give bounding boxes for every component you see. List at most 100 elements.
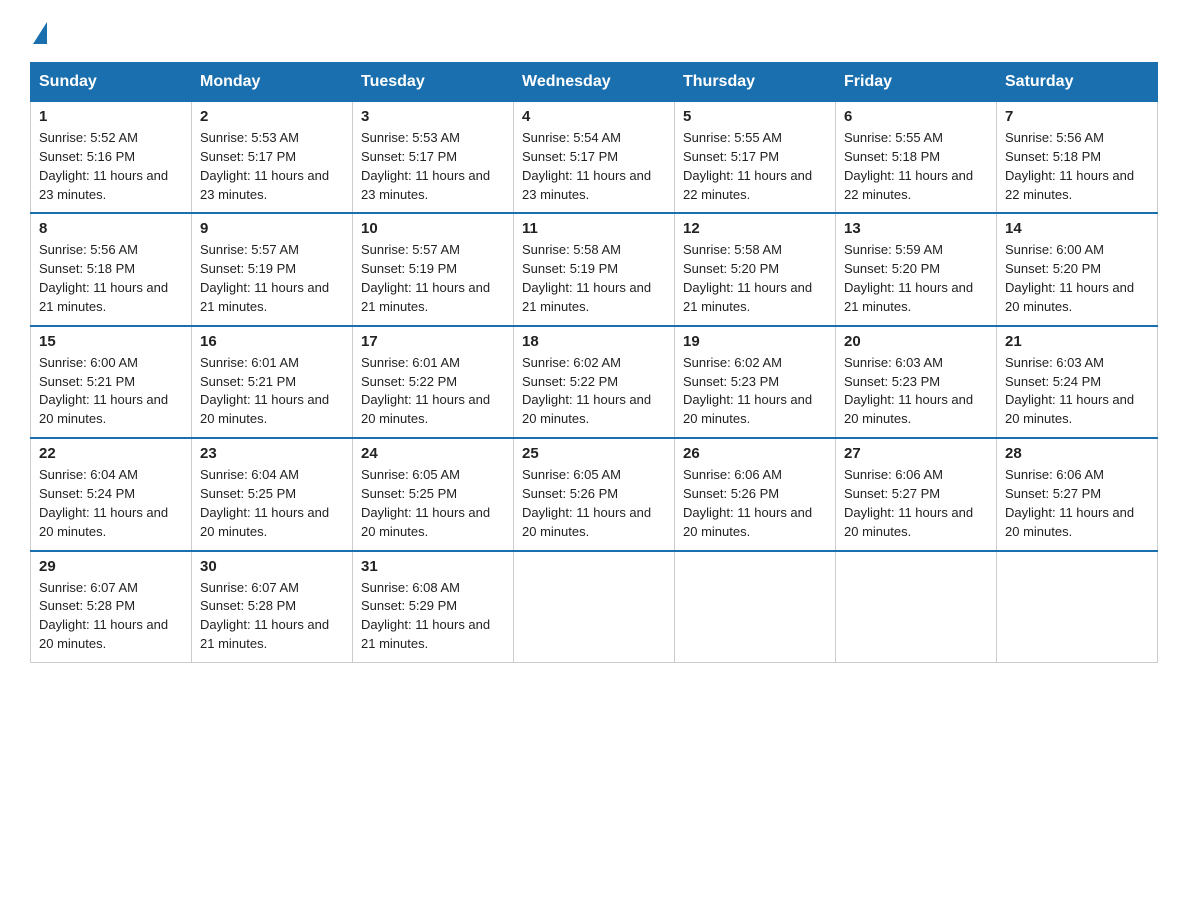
calendar-cell: 29 Sunrise: 6:07 AMSunset: 5:28 PMDayligh… xyxy=(31,551,192,663)
day-number: 8 xyxy=(39,220,183,237)
day-info: Sunrise: 6:01 AMSunset: 5:22 PMDaylight:… xyxy=(361,354,505,429)
day-info: Sunrise: 6:00 AMSunset: 5:20 PMDaylight:… xyxy=(1005,241,1149,316)
day-info: Sunrise: 6:05 AMSunset: 5:25 PMDaylight:… xyxy=(361,466,505,541)
day-info: Sunrise: 5:55 AMSunset: 5:17 PMDaylight:… xyxy=(683,129,827,204)
day-number: 9 xyxy=(200,220,344,237)
day-number: 10 xyxy=(361,220,505,237)
day-info: Sunrise: 6:06 AMSunset: 5:27 PMDaylight:… xyxy=(844,466,988,541)
calendar-cell xyxy=(675,551,836,663)
day-number: 6 xyxy=(844,108,988,125)
day-info: Sunrise: 5:59 AMSunset: 5:20 PMDaylight:… xyxy=(844,241,988,316)
day-info: Sunrise: 6:02 AMSunset: 5:22 PMDaylight:… xyxy=(522,354,666,429)
day-number: 17 xyxy=(361,333,505,350)
day-info: Sunrise: 5:57 AMSunset: 5:19 PMDaylight:… xyxy=(361,241,505,316)
day-number: 13 xyxy=(844,220,988,237)
calendar-cell: 2 Sunrise: 5:53 AMSunset: 5:17 PMDaylight… xyxy=(192,102,353,214)
weekday-header-row: SundayMondayTuesdayWednesdayThursdayFrid… xyxy=(31,63,1158,102)
logo xyxy=(30,20,47,44)
day-number: 25 xyxy=(522,445,666,462)
day-info: Sunrise: 6:03 AMSunset: 5:23 PMDaylight:… xyxy=(844,354,988,429)
day-number: 11 xyxy=(522,220,666,237)
day-number: 15 xyxy=(39,333,183,350)
day-number: 27 xyxy=(844,445,988,462)
calendar-cell: 21Sunrise: 6:03 AMSunset: 5:24 PMDayligh… xyxy=(997,326,1158,438)
day-number: 18 xyxy=(522,333,666,350)
day-info: Sunrise: 6:07 AMSunset: 5:28 PMDaylight:… xyxy=(200,579,344,654)
calendar-cell: 11Sunrise: 5:58 AMSunset: 5:19 PMDayligh… xyxy=(514,213,675,325)
calendar-cell: 8 Sunrise: 5:56 AMSunset: 5:18 PMDaylight… xyxy=(31,213,192,325)
calendar-cell: 28Sunrise: 6:06 AMSunset: 5:27 PMDayligh… xyxy=(997,438,1158,550)
calendar-cell: 10 Sunrise: 5:57 AMSunset: 5:19 PMDayligh… xyxy=(353,213,514,325)
day-number: 31 xyxy=(361,558,505,575)
calendar-cell: 23 Sunrise: 6:04 AMSunset: 5:25 PMDayligh… xyxy=(192,438,353,550)
day-number: 7 xyxy=(1005,108,1149,125)
calendar-cell: 5Sunrise: 5:55 AMSunset: 5:17 PMDaylight… xyxy=(675,102,836,214)
calendar-cell: 4 Sunrise: 5:54 AMSunset: 5:17 PMDaylight… xyxy=(514,102,675,214)
day-number: 12 xyxy=(683,220,827,237)
day-info: Sunrise: 5:56 AMSunset: 5:18 PMDaylight:… xyxy=(1005,129,1149,204)
day-info: Sunrise: 6:01 AMSunset: 5:21 PMDaylight:… xyxy=(200,354,344,429)
calendar-cell: 9Sunrise: 5:57 AMSunset: 5:19 PMDaylight… xyxy=(192,213,353,325)
day-info: Sunrise: 6:00 AMSunset: 5:21 PMDaylight:… xyxy=(39,354,183,429)
calendar-cell: 14 Sunrise: 6:00 AMSunset: 5:20 PMDayligh… xyxy=(997,213,1158,325)
day-info: Sunrise: 6:08 AMSunset: 5:29 PMDaylight:… xyxy=(361,579,505,654)
logo-triangle-icon xyxy=(33,22,47,44)
day-number: 30 xyxy=(200,558,344,575)
calendar-cell: 17 Sunrise: 6:01 AMSunset: 5:22 PMDayligh… xyxy=(353,326,514,438)
calendar-cell: 31 Sunrise: 6:08 AMSunset: 5:29 PMDayligh… xyxy=(353,551,514,663)
day-number: 21 xyxy=(1005,333,1149,350)
day-info: Sunrise: 5:58 AMSunset: 5:20 PMDaylight:… xyxy=(683,241,827,316)
day-info: Sunrise: 5:56 AMSunset: 5:18 PMDaylight:… xyxy=(39,241,183,316)
day-info: Sunrise: 6:02 AMSunset: 5:23 PMDaylight:… xyxy=(683,354,827,429)
weekday-header-monday: Monday xyxy=(192,63,353,102)
day-number: 23 xyxy=(200,445,344,462)
day-info: Sunrise: 5:54 AMSunset: 5:17 PMDaylight:… xyxy=(522,129,666,204)
calendar-cell xyxy=(514,551,675,663)
weekday-header-sunday: Sunday xyxy=(31,63,192,102)
calendar-cell: 12 Sunrise: 5:58 AMSunset: 5:20 PMDayligh… xyxy=(675,213,836,325)
calendar-cell: 1 Sunrise: 5:52 AMSunset: 5:16 PMDaylight… xyxy=(31,102,192,214)
week-row-4: 22 Sunrise: 6:04 AMSunset: 5:24 PMDayligh… xyxy=(31,438,1158,550)
calendar-cell: 13 Sunrise: 5:59 AMSunset: 5:20 PMDayligh… xyxy=(836,213,997,325)
calendar-cell: 15 Sunrise: 6:00 AMSunset: 5:21 PMDayligh… xyxy=(31,326,192,438)
day-number: 19 xyxy=(683,333,827,350)
day-info: Sunrise: 6:06 AMSunset: 5:26 PMDaylight:… xyxy=(683,466,827,541)
calendar-cell: 20 Sunrise: 6:03 AMSunset: 5:23 PMDayligh… xyxy=(836,326,997,438)
calendar-cell: 16 Sunrise: 6:01 AMSunset: 5:21 PMDayligh… xyxy=(192,326,353,438)
day-info: Sunrise: 6:05 AMSunset: 5:26 PMDaylight:… xyxy=(522,466,666,541)
weekday-header-tuesday: Tuesday xyxy=(353,63,514,102)
week-row-3: 15 Sunrise: 6:00 AMSunset: 5:21 PMDayligh… xyxy=(31,326,1158,438)
day-info: Sunrise: 5:52 AMSunset: 5:16 PMDaylight:… xyxy=(39,129,183,204)
day-info: Sunrise: 6:04 AMSunset: 5:24 PMDaylight:… xyxy=(39,466,183,541)
page-header xyxy=(30,20,1158,44)
week-row-2: 8 Sunrise: 5:56 AMSunset: 5:18 PMDaylight… xyxy=(31,213,1158,325)
day-info: Sunrise: 5:55 AMSunset: 5:18 PMDaylight:… xyxy=(844,129,988,204)
day-number: 24 xyxy=(361,445,505,462)
day-number: 28 xyxy=(1005,445,1149,462)
calendar-cell: 30 Sunrise: 6:07 AMSunset: 5:28 PMDayligh… xyxy=(192,551,353,663)
day-number: 26 xyxy=(683,445,827,462)
day-number: 16 xyxy=(200,333,344,350)
day-info: Sunrise: 6:07 AMSunset: 5:28 PMDaylight:… xyxy=(39,579,183,654)
calendar-cell xyxy=(997,551,1158,663)
day-info: Sunrise: 5:53 AMSunset: 5:17 PMDaylight:… xyxy=(200,129,344,204)
day-number: 20 xyxy=(844,333,988,350)
calendar-cell: 27 Sunrise: 6:06 AMSunset: 5:27 PMDayligh… xyxy=(836,438,997,550)
day-info: Sunrise: 5:53 AMSunset: 5:17 PMDaylight:… xyxy=(361,129,505,204)
day-number: 2 xyxy=(200,108,344,125)
calendar-table: SundayMondayTuesdayWednesdayThursdayFrid… xyxy=(30,62,1158,663)
calendar-cell: 18 Sunrise: 6:02 AMSunset: 5:22 PMDayligh… xyxy=(514,326,675,438)
day-number: 4 xyxy=(522,108,666,125)
day-number: 3 xyxy=(361,108,505,125)
day-number: 14 xyxy=(1005,220,1149,237)
day-number: 1 xyxy=(39,108,183,125)
week-row-5: 29 Sunrise: 6:07 AMSunset: 5:28 PMDayligh… xyxy=(31,551,1158,663)
day-info: Sunrise: 6:04 AMSunset: 5:25 PMDaylight:… xyxy=(200,466,344,541)
calendar-cell: 25 Sunrise: 6:05 AMSunset: 5:26 PMDayligh… xyxy=(514,438,675,550)
calendar-cell: 22 Sunrise: 6:04 AMSunset: 5:24 PMDayligh… xyxy=(31,438,192,550)
day-number: 29 xyxy=(39,558,183,575)
weekday-header-wednesday: Wednesday xyxy=(514,63,675,102)
day-number: 22 xyxy=(39,445,183,462)
calendar-cell: 7 Sunrise: 5:56 AMSunset: 5:18 PMDaylight… xyxy=(997,102,1158,214)
weekday-header-saturday: Saturday xyxy=(997,63,1158,102)
